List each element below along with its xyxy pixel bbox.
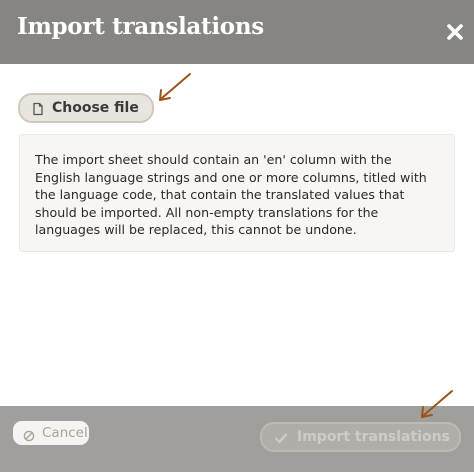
dialog-header: Import translations xyxy=(0,0,474,64)
import-translations-label: Import translations xyxy=(297,429,450,445)
cancel-label: Cancel xyxy=(42,425,88,441)
choose-file-button[interactable]: Choose file xyxy=(18,93,154,123)
cancel-icon xyxy=(23,427,35,442)
annotation-arrow-choose xyxy=(159,73,191,101)
close-icon xyxy=(447,24,463,40)
file-icon xyxy=(31,101,45,116)
import-info-box: The import sheet should contain an 'en' … xyxy=(19,134,455,252)
dialog-title: Import translations xyxy=(17,13,264,40)
dialog-footer: Cancel Import translations xyxy=(0,406,474,472)
check-icon xyxy=(274,430,288,444)
import-info-text: The import sheet should contain an 'en' … xyxy=(35,152,427,237)
cancel-button[interactable]: Cancel xyxy=(13,421,89,445)
import-translations-button[interactable]: Import translations xyxy=(260,422,461,452)
close-button[interactable] xyxy=(441,18,469,46)
choose-file-label: Choose file xyxy=(52,100,139,116)
import-translations-dialog: Import translations Choose file The impo… xyxy=(0,0,474,472)
